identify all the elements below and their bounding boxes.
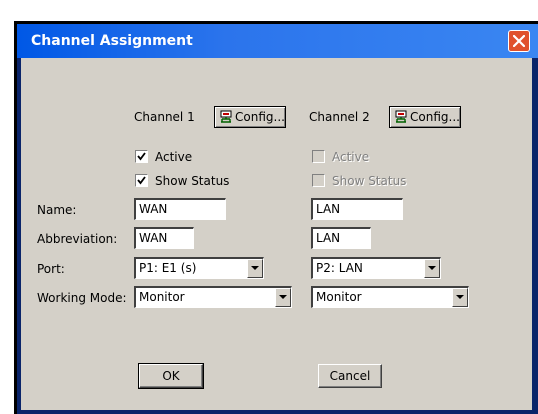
dialog-window: Channel Assignment Channel 1 Config... C… [17,24,538,414]
channel1-abbreviation-field[interactable]: WAN [134,227,194,249]
close-button[interactable] [508,30,530,52]
title-bar[interactable]: Channel Assignment [17,24,538,58]
channel1-show-status-checkbox[interactable] [135,174,148,187]
channel1-port-select[interactable]: P1: E1 (s) [134,257,264,279]
channel1-active-checkbox[interactable] [135,150,148,163]
checkmark-icon [137,176,146,185]
dropdown-arrow-icon [456,295,464,299]
channel2-abbreviation-field[interactable]: LAN [311,227,371,249]
ok-button[interactable]: OK [138,363,204,389]
channel2-working-mode-select[interactable]: Monitor [311,286,469,308]
channel1-name-field[interactable]: WAN [134,198,226,220]
dropdown-arrow-icon [428,266,436,270]
channel1-working-mode-value: Monitor [139,290,185,304]
channel2-working-mode-dropdown-button[interactable] [452,288,468,307]
port-label: Port: [37,262,65,276]
channel2-heading: Channel 2 [309,110,370,124]
channel2-name-field[interactable]: LAN [311,198,403,220]
dropdown-arrow-icon [251,266,259,270]
dropdown-arrow-icon [279,295,287,299]
channel1-config-label: Config... [235,110,285,124]
channel2-port-select[interactable]: P2: LAN [311,257,441,279]
channel1-active-label: Active [155,150,193,164]
channel1-heading: Channel 1 [134,110,195,124]
channel2-active-checkbox[interactable] [312,150,325,163]
channel2-working-mode-value: Monitor [316,290,362,304]
channel1-working-mode-select[interactable]: Monitor [134,286,292,308]
channel2-config-button[interactable]: Config... [389,106,461,128]
channel2-config-label: Config... [410,110,460,124]
channel2-active-label: Active [332,150,370,164]
network-config-icon [220,110,232,123]
channel1-port-dropdown-button[interactable] [247,259,263,278]
window-frame: Channel Assignment Channel 1 Config... C… [14,21,538,414]
channel1-working-mode-dropdown-button[interactable] [275,288,291,307]
close-icon [513,35,525,47]
dialog-body: Channel 1 Config... Channel 2 Config... [21,58,532,410]
name-label: Name: [37,203,77,217]
channel1-show-status-label: Show Status [155,174,230,188]
channel2-show-status-label: Show Status [332,174,407,188]
network-config-icon [395,110,407,123]
working-mode-label: Working Mode: [37,291,127,305]
channel1-config-button[interactable]: Config... [214,106,286,128]
window-title: Channel Assignment [31,33,193,49]
channel2-show-status-checkbox[interactable] [312,174,325,187]
abbreviation-label: Abbreviation: [37,232,118,246]
channel2-port-dropdown-button[interactable] [424,259,440,278]
checkmark-icon [137,152,146,161]
cancel-button[interactable]: Cancel [318,364,382,388]
channel1-port-value: P1: E1 (s) [139,261,197,275]
channel2-port-value: P2: LAN [316,261,363,275]
